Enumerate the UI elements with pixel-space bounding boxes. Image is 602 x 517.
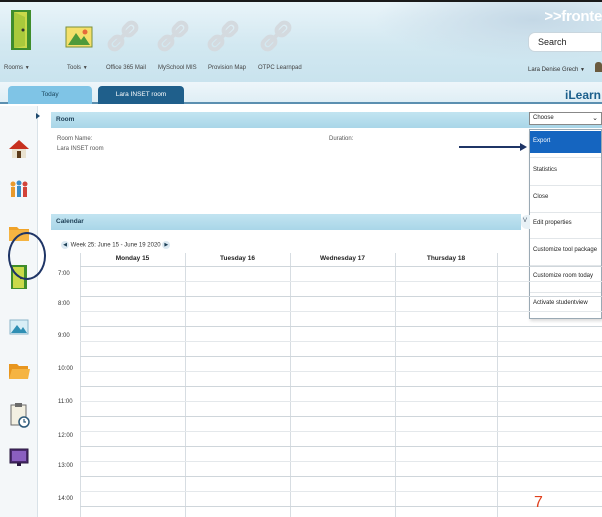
next-week-icon[interactable]: ▶ [162,241,171,249]
time-label: 8:00 [58,301,70,307]
calendar-grid: Monday 15 Tuesday 16 Wednesday 17 Thursd… [55,253,602,517]
menu-separator [530,238,601,239]
menu-item-export[interactable]: Export [530,131,601,153]
grid-row-line [80,266,602,267]
menu-item-close[interactable]: Close [530,187,601,209]
day-header-monday: Monday 15 [115,255,150,262]
time-label: 10:00 [58,366,74,372]
grid-column-line [395,253,396,517]
week-label: Week 25: June 15 - June 19 2020 [70,242,161,249]
duration-label: Duration: [329,136,354,142]
grid-row-line [80,431,602,432]
grid-column-line [290,253,291,517]
time-label: 9:00 [58,333,70,339]
door-open-icon[interactable] [10,8,34,52]
grid-row-line [80,446,602,447]
room-section-header: Room [51,112,602,128]
grid-column-line [185,253,186,517]
link-icon[interactable] [105,18,141,54]
nav-provision-map[interactable]: Provision Map [208,65,246,71]
grid-row-line [80,296,602,297]
grid-row-line [80,326,602,327]
nav-rooms[interactable]: Rooms ▼ [4,65,30,71]
annotation-circle [8,232,46,280]
collapse-arrow-icon[interactable] [36,113,40,119]
grid-row-line [80,281,602,282]
grid-column-line [80,253,81,517]
room-name-label: Room Name: [57,136,93,142]
folder-open-icon[interactable] [8,360,30,382]
prev-week-icon[interactable]: ◀ [61,241,69,249]
view-button[interactable]: V [521,215,530,229]
week-navigator: ◀ Week 25: June 15 - June 19 2020 ▶ [61,241,171,249]
grid-column-line [497,253,498,517]
chevron-down-icon: ⌄ [592,115,598,122]
tabs-bar: Today Lara INSET room [0,82,602,104]
link-icon[interactable] [155,18,191,54]
grid-row-line [80,341,602,342]
day-header-tuesday: Tuesday 16 [220,255,255,262]
tab-lara-inset-room[interactable]: Lara INSET room [98,86,184,104]
room-panel: Room Name: Lara INSET room Duration: [51,130,526,193]
grid-row-line [80,476,602,477]
menu-separator [530,185,601,186]
tools-icon[interactable] [65,22,93,50]
annotation-arrow [459,146,523,148]
menu-separator [530,157,601,158]
nav-myschool-mis[interactable]: MySchool MIS [158,65,197,71]
grid-row-line [80,386,602,387]
link-icon[interactable] [258,18,294,54]
choose-select[interactable]: Choose ⌄ [529,112,602,125]
home-icon[interactable] [8,138,30,160]
day-header-thursday: Thursday 18 [426,255,466,262]
grid-row-line [80,491,602,492]
app-header: Rooms ▼ Tools ▼ Office 365 Mail MySchool… [0,2,602,82]
slide-number: 7 [534,494,543,511]
time-label: 12:00 [58,433,74,439]
search-input[interactable]: Search [528,32,602,52]
ilearn-logo: iLearn [565,88,602,102]
time-label: 7:00 [58,271,70,277]
menu-item-edit-properties[interactable]: Edit properties [530,213,601,235]
grid-row-line [80,356,602,357]
avatar[interactable] [595,62,602,72]
nav-otpc-learnpad[interactable]: OTPC Learnpad [258,65,302,71]
grid-row-line [80,311,602,312]
presentation-icon[interactable] [8,446,30,468]
calendar-section-header: Calendar [51,214,521,230]
people-icon[interactable] [8,178,30,200]
clipboard-clock-icon[interactable] [8,402,30,428]
time-label: 13:00 [58,463,74,469]
sidebar [0,106,38,517]
brand-logo: >>fronte [544,8,602,25]
photo-icon[interactable] [8,316,30,338]
day-header-wednesday: Wednesday 17 [319,255,366,262]
nav-tools[interactable]: Tools ▼ [67,65,88,71]
nav-office-365-mail[interactable]: Office 365 Mail [106,65,146,71]
user-menu[interactable]: Lara Denise Grech ▼ [528,67,585,73]
grid-row-line [80,461,602,462]
grid-row-line [80,371,602,372]
link-icon[interactable] [205,18,241,54]
annotation-arrow-head [520,143,527,151]
time-label: 11:00 [58,399,73,405]
grid-row-line [80,416,602,417]
grid-row-line [80,401,602,402]
time-label: 14:00 [58,496,74,502]
tab-today[interactable]: Today [8,86,92,104]
grid-row-line [80,506,602,507]
menu-item-statistics[interactable]: Statistics [530,160,601,182]
room-name-value: Lara INSET room [57,146,104,152]
